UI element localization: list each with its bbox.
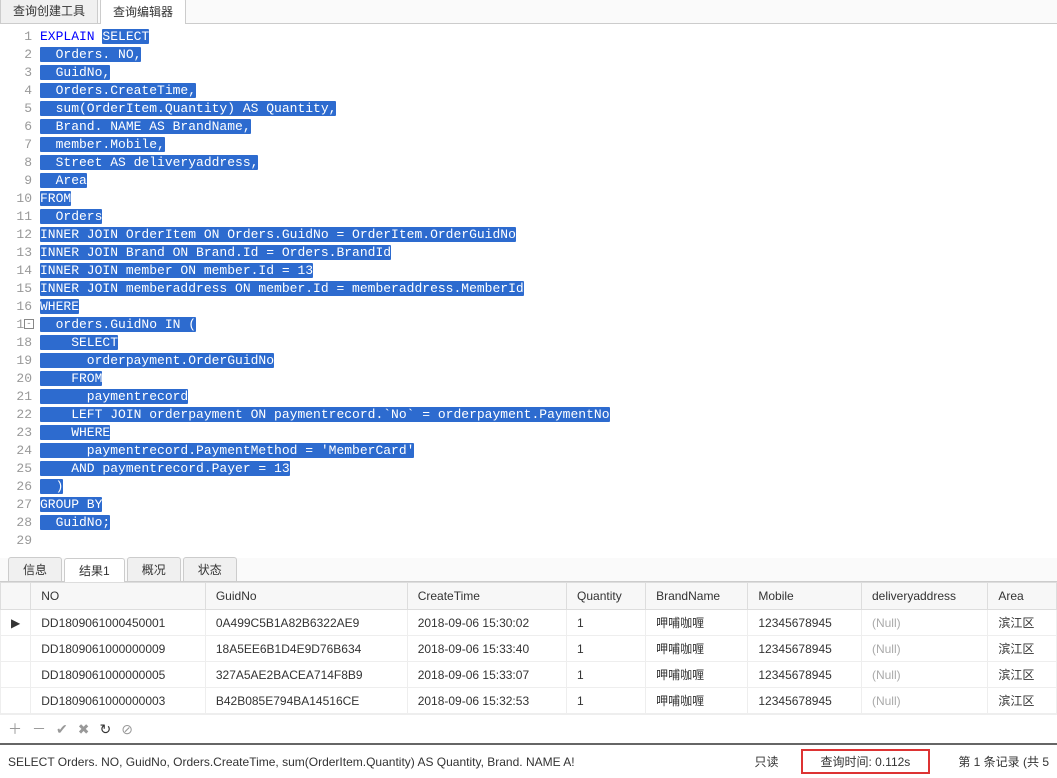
cell-quantity[interactable]: 1 xyxy=(567,610,646,636)
row-pointer-header xyxy=(1,583,31,610)
tab-query-builder[interactable]: 查询创建工具 xyxy=(0,0,98,23)
col-mobile[interactable]: Mobile xyxy=(748,583,862,610)
cell-createtime[interactable]: 2018-09-06 15:30:02 xyxy=(407,610,566,636)
table-row[interactable]: ▶DD18090610004500010A499C5B1A82B6322AE92… xyxy=(1,610,1057,636)
cell-quantity[interactable]: 1 xyxy=(567,688,646,714)
col-brandname[interactable]: BrandName xyxy=(646,583,748,610)
col-quantity[interactable]: Quantity xyxy=(567,583,646,610)
result-tabs: 信息 结果1 概况 状态 xyxy=(0,558,1057,582)
col-no[interactable]: NO xyxy=(31,583,206,610)
row-pointer xyxy=(1,636,31,662)
cell-quantity[interactable]: 1 xyxy=(567,636,646,662)
cell-brandname[interactable]: 呷哺咖喱 xyxy=(646,688,748,714)
cell-area[interactable]: 滨江区 xyxy=(988,636,1057,662)
cell-no[interactable]: DD1809061000000005 xyxy=(31,662,206,688)
delete-row-icon[interactable]: － xyxy=(32,719,46,739)
grid-header-row: NO GuidNo CreateTime Quantity BrandName … xyxy=(1,583,1057,610)
row-pointer xyxy=(1,662,31,688)
cell-no[interactable]: DD1809061000000009 xyxy=(31,636,206,662)
add-row-icon[interactable]: ＋ xyxy=(8,719,22,739)
cell-mobile[interactable]: 12345678945 xyxy=(748,636,862,662)
cell-deliveryaddress[interactable]: (Null) xyxy=(861,636,987,662)
status-bar: SELECT Orders. NO, GuidNo, Orders.Create… xyxy=(0,743,1057,778)
status-readonly: 只读 xyxy=(746,753,786,770)
row-pointer: ▶ xyxy=(1,610,31,636)
fold-icon[interactable]: - xyxy=(24,319,34,329)
line-gutter: 1234567891011121314151617-18192021222324… xyxy=(0,28,40,550)
status-sql-text: SELECT Orders. NO, GuidNo, Orders.Create… xyxy=(8,755,732,769)
cell-guidno[interactable]: 0A499C5B1A82B6322AE9 xyxy=(205,610,407,636)
cell-mobile[interactable]: 12345678945 xyxy=(748,662,862,688)
refresh-icon[interactable]: ↻ xyxy=(99,721,111,738)
tab-query-editor[interactable]: 查询编辑器 xyxy=(100,0,186,24)
result-grid[interactable]: NO GuidNo CreateTime Quantity BrandName … xyxy=(0,582,1057,714)
sql-code[interactable]: EXPLAIN SELECT Orders. NO, GuidNo, Order… xyxy=(40,28,1057,550)
table-row[interactable]: DD1809061000000005327A5AE2BACEA714F8B920… xyxy=(1,662,1057,688)
cancel-icon[interactable]: ✖ xyxy=(78,721,90,738)
cell-mobile[interactable]: 12345678945 xyxy=(748,610,862,636)
tab-status[interactable]: 状态 xyxy=(183,557,237,581)
cell-guidno[interactable]: B42B085E794BA14516CE xyxy=(205,688,407,714)
cell-quantity[interactable]: 1 xyxy=(567,662,646,688)
cell-area[interactable]: 滨江区 xyxy=(988,662,1057,688)
sql-editor[interactable]: 1234567891011121314151617-18192021222324… xyxy=(0,24,1057,554)
cell-area[interactable]: 滨江区 xyxy=(988,688,1057,714)
status-query-time: 查询时间: 0.112s xyxy=(801,749,931,774)
table-row[interactable]: DD180906100000000918A5EE6B1D4E9D76B63420… xyxy=(1,636,1057,662)
cell-no[interactable]: DD1809061000000003 xyxy=(31,688,206,714)
col-createtime[interactable]: CreateTime xyxy=(407,583,566,610)
cell-createtime[interactable]: 2018-09-06 15:33:07 xyxy=(407,662,566,688)
record-nav: ＋ － ✔ ✖ ↻ ⊘ xyxy=(0,714,1057,743)
cell-brandname[interactable]: 呷哺咖喱 xyxy=(646,662,748,688)
tab-result1[interactable]: 结果1 xyxy=(64,558,125,582)
tab-info[interactable]: 信息 xyxy=(8,557,62,581)
cell-deliveryaddress[interactable]: (Null) xyxy=(861,662,987,688)
cell-deliveryaddress[interactable]: (Null) xyxy=(861,688,987,714)
status-record-count: 第 1 条记录 (共 5 xyxy=(944,753,1049,770)
commit-icon[interactable]: ✔ xyxy=(56,721,68,738)
cell-guidno[interactable]: 18A5EE6B1D4E9D76B634 xyxy=(205,636,407,662)
cell-no[interactable]: DD1809061000450001 xyxy=(31,610,206,636)
col-deliveryaddress[interactable]: deliveryaddress xyxy=(861,583,987,610)
cell-brandname[interactable]: 呷哺咖喱 xyxy=(646,610,748,636)
cell-guidno[interactable]: 327A5AE2BACEA714F8B9 xyxy=(205,662,407,688)
col-area[interactable]: Area xyxy=(988,583,1057,610)
tab-profile[interactable]: 概况 xyxy=(127,557,181,581)
row-pointer xyxy=(1,688,31,714)
editor-top-tabs: 查询创建工具 查询编辑器 xyxy=(0,0,1057,24)
cell-area[interactable]: 滨江区 xyxy=(988,610,1057,636)
cell-brandname[interactable]: 呷哺咖喱 xyxy=(646,636,748,662)
table-row[interactable]: DD1809061000000003B42B085E794BA14516CE20… xyxy=(1,688,1057,714)
col-guidno[interactable]: GuidNo xyxy=(205,583,407,610)
cell-deliveryaddress[interactable]: (Null) xyxy=(861,610,987,636)
stop-icon[interactable]: ⊘ xyxy=(121,721,133,738)
cell-mobile[interactable]: 12345678945 xyxy=(748,688,862,714)
cell-createtime[interactable]: 2018-09-06 15:33:40 xyxy=(407,636,566,662)
cell-createtime[interactable]: 2018-09-06 15:32:53 xyxy=(407,688,566,714)
